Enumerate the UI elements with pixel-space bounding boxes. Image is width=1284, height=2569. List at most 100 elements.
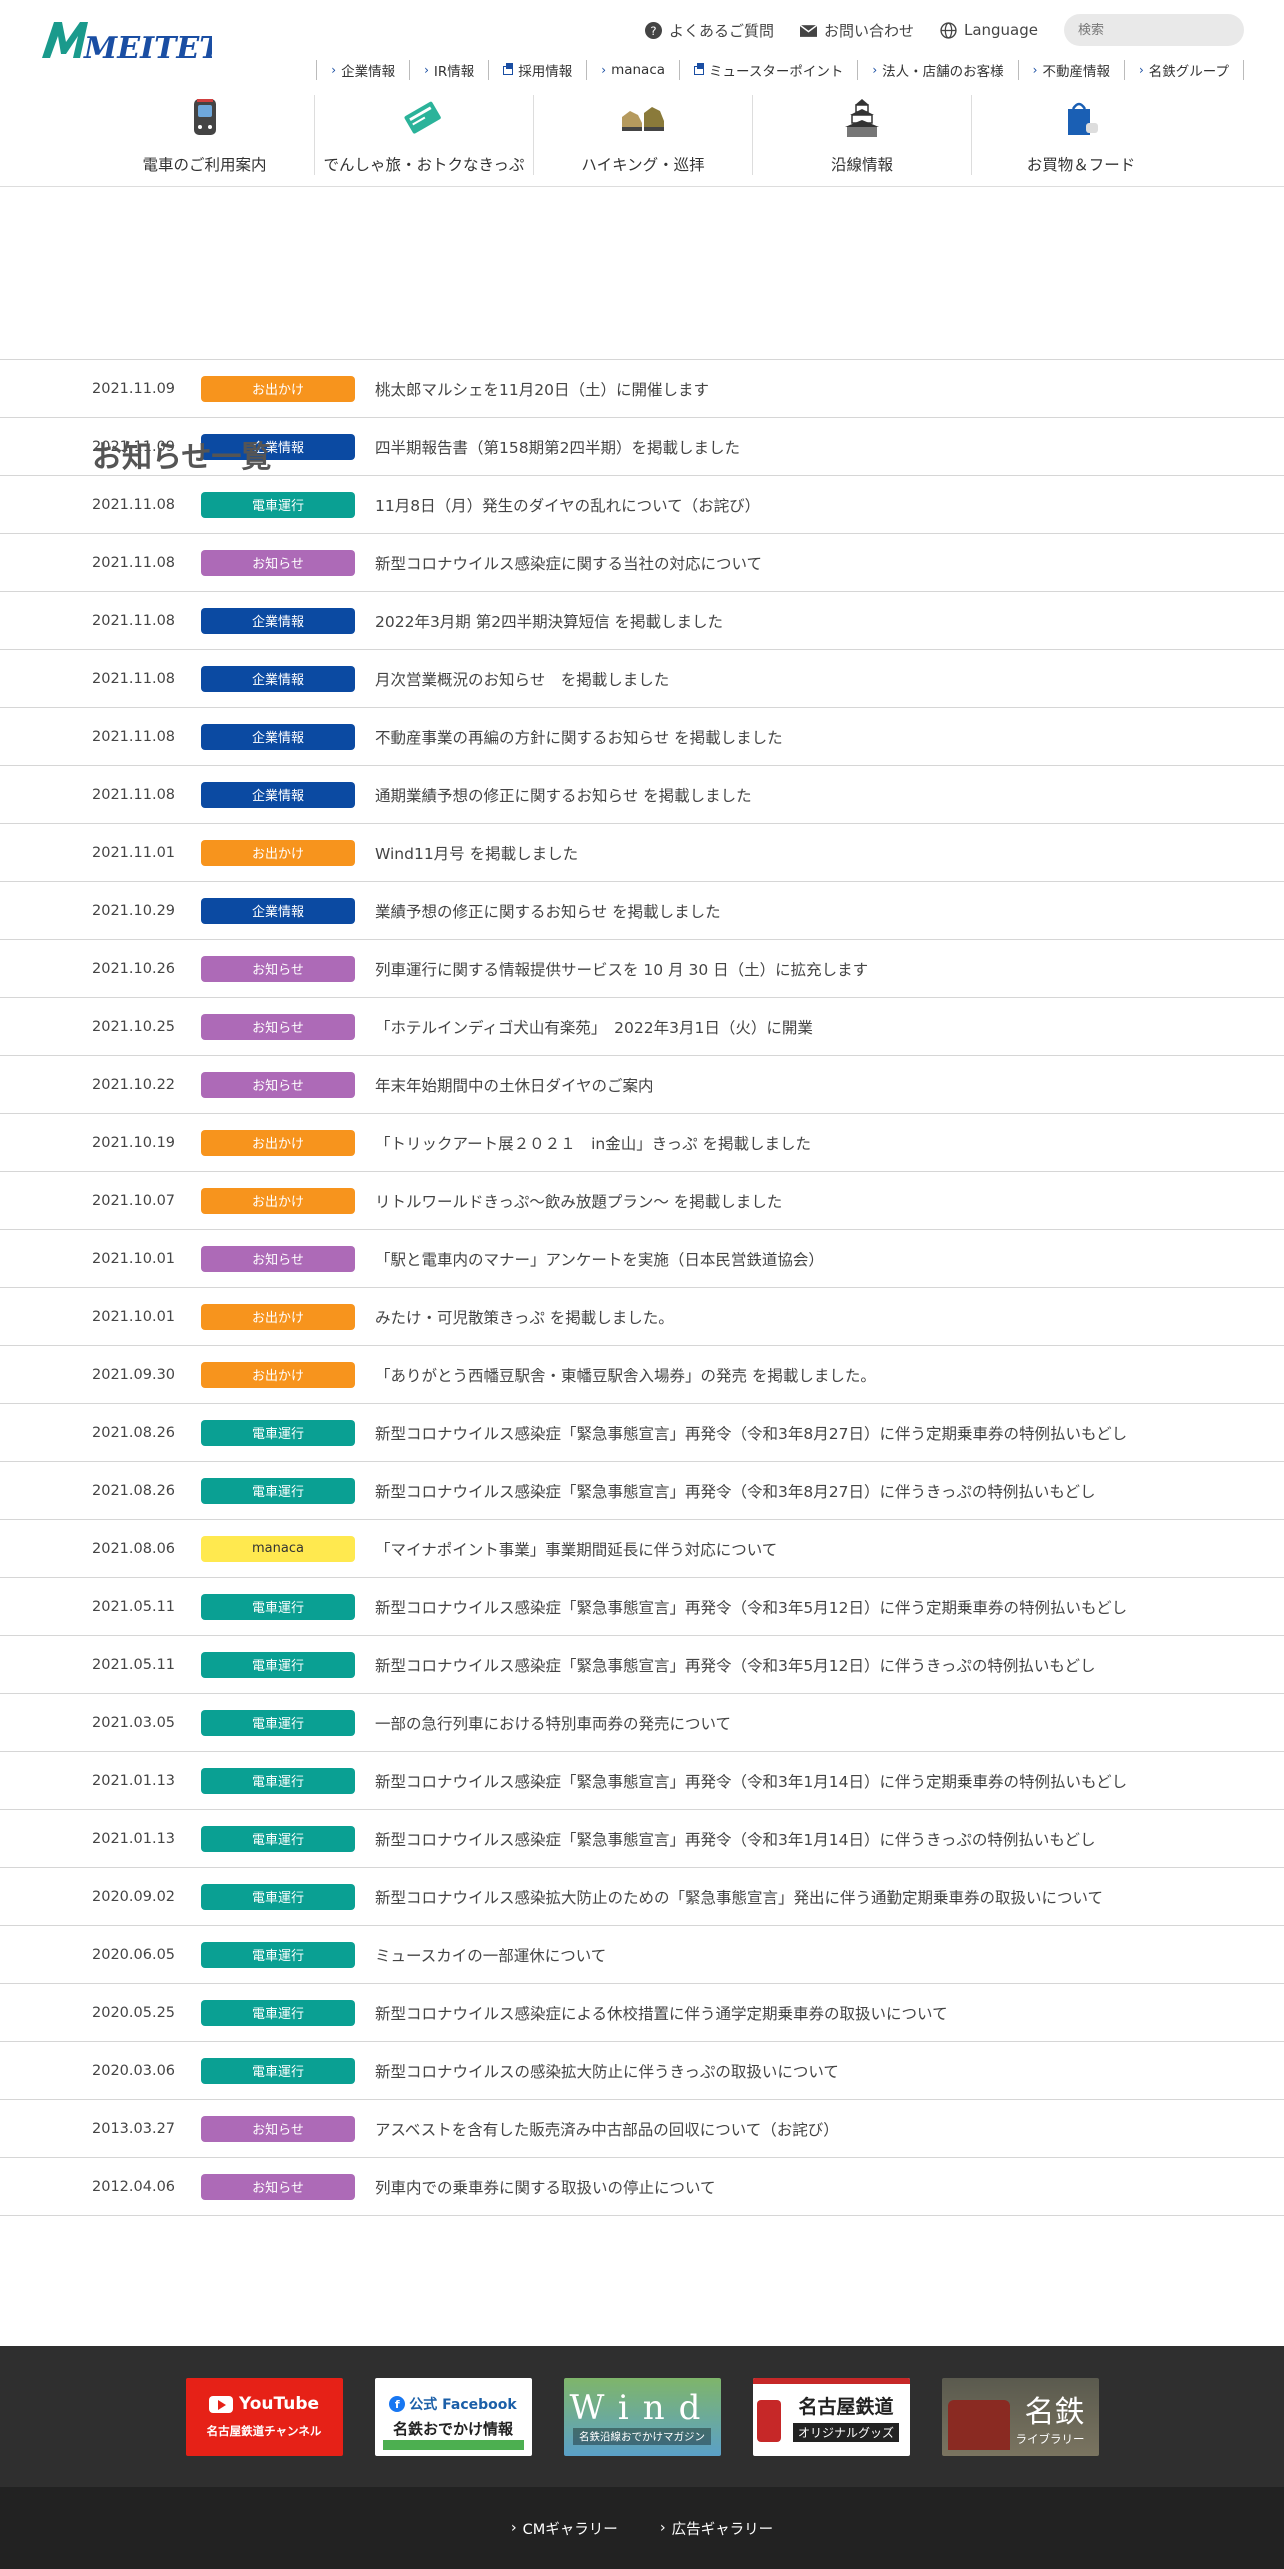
news-row[interactable]: 2021.11.08 企業情報 通期業績予想の修正に関するお知らせ を掲載しました xyxy=(0,766,1284,824)
news-title-link[interactable]: Wind11月号 を掲載しました xyxy=(375,842,578,864)
faq-link[interactable]: ? よくあるご質問 xyxy=(644,20,774,41)
corp-nav-item[interactable]: › 企業情報 xyxy=(316,60,409,80)
news-row[interactable]: 2021.11.08 企業情報 2022年3月期 第2四半期決算短信 を掲載しました xyxy=(0,592,1284,650)
news-title-link[interactable]: ミュースカイの一部運休について xyxy=(375,1944,606,1966)
news-title-link[interactable]: 新型コロナウイルス感染症に関する当社の対応について xyxy=(375,552,762,574)
news-row[interactable]: 2020.03.06 電車運行 新型コロナウイルスの感染拡大防止に伴うきっぷの取扱い… xyxy=(0,2042,1284,2100)
news-title-link[interactable]: 桃太郎マルシェを11月20日（土）に開催します xyxy=(375,378,709,400)
news-row[interactable]: 2021.08.26 電車運行 新型コロナウイルス感染症「緊急事態宣言」再発令（令和… xyxy=(0,1404,1284,1462)
corp-nav-item[interactable]: 採用情報 xyxy=(488,60,586,80)
youtube-title: YouTube xyxy=(238,2394,320,2414)
news-title-link[interactable]: 列車運行に関する情報提供サービスを 10 月 30 日（土）に拡充します xyxy=(375,958,868,980)
news-title-link[interactable]: 年末年始期間中の土休日ダイヤのご案内 xyxy=(375,1074,654,1096)
news-row[interactable]: 2021.11.08 企業情報 月次営業概況のお知らせ を掲載しました xyxy=(0,650,1284,708)
main-nav-item[interactable]: ハイキング・巡拝 xyxy=(533,95,752,175)
main-nav-label: でんしゃ旅・おトクなきっぷ xyxy=(323,156,525,174)
news-title-link[interactable]: 「ホテルインディゴ犬山有楽苑」 2022年3月1日（火）に開業 xyxy=(375,1016,813,1038)
corp-nav-label: 法人・店舗のお客様 xyxy=(882,64,1004,80)
news-title-link[interactable]: 新型コロナウイルス感染症「緊急事態宣言」再発令（令和3年1月14日）に伴うきっぷ… xyxy=(375,1828,1096,1850)
news-row[interactable]: 2021.10.01 お出かけ みたけ・可児散策きっぷ を掲載しました。 xyxy=(0,1288,1284,1346)
news-row[interactable]: 2021.11.08 電車運行 11月8日（月）発生のダイヤの乱れについて（お詫び） xyxy=(0,476,1284,534)
news-row[interactable]: 2021.10.25 お知らせ 「ホテルインディゴ犬山有楽苑」 2022年3月1日（… xyxy=(0,998,1284,1056)
news-title-link[interactable]: 新型コロナウイルス感染症「緊急事態宣言」再発令（令和3年1月14日）に伴う定期乗… xyxy=(375,1770,1127,1792)
main-nav-item[interactable]: でんしゃ旅・おトクなきっぷ xyxy=(314,95,533,175)
news-row[interactable]: 2020.06.05 電車運行 ミュースカイの一部運休について xyxy=(0,1926,1284,1984)
news-title-link[interactable]: 新型コロナウイルス感染症「緊急事態宣言」再発令（令和3年5月12日）に伴うきっぷ… xyxy=(375,1654,1096,1676)
youtube-banner[interactable]: YouTube 名古屋鉄道チャンネル xyxy=(185,2377,343,2456)
news-title-link[interactable]: 列車内での乗車券に関する取扱いの停止について xyxy=(375,2176,716,2198)
search-input[interactable] xyxy=(1078,22,1248,38)
news-row[interactable]: 2021.10.19 お出かけ 「トリックアート展２０２１ in金山」きっぷ を掲載… xyxy=(0,1114,1284,1172)
news-row[interactable]: 2012.04.06 お知らせ 列車内での乗車券に関する取扱いの停止について xyxy=(0,2158,1284,2216)
news-title-link[interactable]: 新型コロナウイルス感染症「緊急事態宣言」再発令（令和3年5月12日）に伴う定期乗… xyxy=(375,1596,1127,1618)
news-title-link[interactable]: 一部の急行列車における特別車両券の発売について xyxy=(375,1712,731,1734)
main-nav-item[interactable]: 沿線情報 xyxy=(752,95,971,175)
news-title-link[interactable]: アスベストを含有した販売済み中古部品の回収について（お詫び） xyxy=(375,2118,839,2140)
language-link[interactable]: Language xyxy=(940,21,1038,39)
corp-nav-label: 不動産情報 xyxy=(1042,64,1110,80)
news-row[interactable]: 2020.09.02 電車運行 新型コロナウイルス感染拡大防止のための「緊急事態宣言… xyxy=(0,1868,1284,1926)
footer-links: › CMギャラリー › 広告ギャラリー xyxy=(0,2487,1284,2569)
library-banner[interactable]: 名鉄 ライブラリー xyxy=(941,2377,1099,2456)
corp-nav-item[interactable]: › 法人・店舗のお客様 xyxy=(857,60,1017,80)
news-title-link[interactable]: 新型コロナウイルス感染症「緊急事態宣言」再発令（令和3年8月27日）に伴うきっぷ… xyxy=(375,1480,1096,1502)
news-row[interactable]: 2021.08.26 電車運行 新型コロナウイルス感染症「緊急事態宣言」再発令（令和… xyxy=(0,1462,1284,1520)
news-row[interactable]: 2021.10.22 お知らせ 年末年始期間中の土休日ダイヤのご案内 xyxy=(0,1056,1284,1114)
goods-banner[interactable]: 名古屋鉄道 オリジナルグッズ xyxy=(752,2377,910,2456)
facebook-banner[interactable]: f 公式 Facebook 名鉄おでかけ情報 xyxy=(374,2377,532,2456)
corp-nav-item[interactable]: › IR情報 xyxy=(409,60,488,80)
news-row[interactable]: 2021.11.01 お出かけ Wind11月号 を掲載しました xyxy=(0,824,1284,882)
news-row[interactable]: 2021.03.05 電車運行 一部の急行列車における特別車両券の発売について xyxy=(0,1694,1284,1752)
news-row[interactable]: 2021.10.26 お知らせ 列車運行に関する情報提供サービスを 10 月 30 … xyxy=(0,940,1284,998)
news-row[interactable]: 2021.01.13 電車運行 新型コロナウイルス感染症「緊急事態宣言」再発令（令和… xyxy=(0,1810,1284,1868)
news-row[interactable]: 2021.08.06 manaca 「マイナポイント事業」事業期間延長に伴う対応につ… xyxy=(0,1520,1284,1578)
news-row[interactable]: 2021.05.11 電車運行 新型コロナウイルス感染症「緊急事態宣言」再発令（令和… xyxy=(0,1636,1284,1694)
news-title-link[interactable]: 新型コロナウイルス感染拡大防止のための「緊急事態宣言」発出に伴う通勤定期乗車券の… xyxy=(375,1886,1103,1908)
ad-gallery-link[interactable]: › 広告ギャラリー xyxy=(660,2518,773,2539)
news-row[interactable]: 2021.10.01 お知らせ 「駅と電車内のマナー」アンケートを実施（日本民営鉄道… xyxy=(0,1230,1284,1288)
main-nav-item[interactable]: 電車のご利用案内 xyxy=(95,95,314,175)
chevron-right-icon: › xyxy=(872,63,878,77)
news-title-link[interactable]: 2022年3月期 第2四半期決算短信 を掲載しました xyxy=(375,610,723,632)
corp-nav-item[interactable]: › 名鉄グループ xyxy=(1123,60,1244,80)
news-title-link[interactable]: 新型コロナウイルスの感染拡大防止に伴うきっぷの取扱いについて xyxy=(375,2060,839,2082)
cm-gallery-label: CMギャラリー xyxy=(522,2521,618,2538)
news-date: 2021.11.08 xyxy=(92,612,176,629)
meitetsu-logo[interactable]: MEITETSU xyxy=(40,14,271,66)
news-row[interactable]: 2021.09.30 お出かけ 「ありがとう西幡豆駅舎・東幡豆駅舎入場券」の発売 を… xyxy=(0,1346,1284,1404)
main-nav-item[interactable]: お買物＆フード xyxy=(971,95,1190,175)
news-title-link[interactable]: 不動産事業の再編の方針に関するお知らせ を掲載しました xyxy=(375,726,783,748)
news-date: 2020.03.06 xyxy=(92,2062,176,2079)
corp-nav-item[interactable]: › 不動産情報 xyxy=(1017,60,1124,80)
news-row[interactable]: 2020.05.25 電車運行 新型コロナウイルス感染症による休校措置に伴う通学定期… xyxy=(0,1984,1284,2042)
news-title-link[interactable]: 通期業績予想の修正に関するお知らせ を掲載しました xyxy=(375,784,752,806)
news-row[interactable]: 2021.11.08 企業情報 不動産事業の再編の方針に関するお知らせ を掲載しまし… xyxy=(0,708,1284,766)
news-row[interactable]: 2021.10.29 企業情報 業績予想の修正に関するお知らせ を掲載しました xyxy=(0,882,1284,940)
news-row[interactable]: 2021.01.13 電車運行 新型コロナウイルス感染症「緊急事態宣言」再発令（令和… xyxy=(0,1752,1284,1810)
news-title-link[interactable]: リトルワールドきっぷ～飲み放題プラン～ を掲載しました xyxy=(375,1190,782,1212)
news-row[interactable]: 2021.11.09 お出かけ 桃太郎マルシェを11月20日（土）に開催します xyxy=(0,360,1284,418)
news-title-link[interactable]: 「ありがとう西幡豆駅舎・東幡豆駅舎入場券」の発売 を掲載しました。 xyxy=(375,1364,876,1386)
news-title-link[interactable]: 月次営業概況のお知らせ を掲載しました xyxy=(375,668,669,690)
contact-link[interactable]: お問い合わせ xyxy=(799,20,914,41)
corp-nav-item[interactable]: › manaca xyxy=(586,60,679,80)
news-title-link[interactable]: 「マイナポイント事業」事業期間延長に伴う対応について xyxy=(375,1538,777,1560)
news-title-link[interactable]: 新型コロナウイルス感染症による休校措置に伴う通学定期乗車券の取扱いについて xyxy=(375,2002,948,2024)
news-title-link[interactable]: 新型コロナウイルス感染症「緊急事態宣言」再発令（令和3年8月27日）に伴う定期乗… xyxy=(375,1422,1127,1444)
news-title-link[interactable]: 11月8日（月）発生のダイヤの乱れについて（お詫び） xyxy=(375,494,760,516)
news-row[interactable]: 2021.11.08 お知らせ 新型コロナウイルス感染症に関する当社の対応について xyxy=(0,534,1284,592)
news-title-link[interactable]: 「駅と電車内のマナー」アンケートを実施（日本民営鉄道協会） xyxy=(375,1248,824,1270)
news-title-link[interactable]: 「トリックアート展２０２１ in金山」きっぷ を掲載しました xyxy=(375,1132,811,1154)
cm-gallery-link[interactable]: › CMギャラリー xyxy=(511,2518,618,2539)
news-title-link[interactable]: 四半期報告書（第158期第2四半期）を掲載しました xyxy=(375,436,740,458)
news-row[interactable]: 2021.10.07 お出かけ リトルワールドきっぷ～飲み放題プラン～ を掲載しまし… xyxy=(0,1172,1284,1230)
news-row[interactable]: 2021.05.11 電車運行 新型コロナウイルス感染症「緊急事態宣言」再発令（令和… xyxy=(0,1578,1284,1636)
corp-nav-item[interactable]: ミュースターポイント xyxy=(679,60,857,80)
wind-banner[interactable]: Wind 名鉄沿線おでかけマガジン xyxy=(563,2377,721,2456)
category-badge: 電車運行 xyxy=(201,2057,355,2084)
news-date: 2021.08.26 xyxy=(92,1424,176,1441)
news-title-link[interactable]: 業績予想の修正に関するお知らせ を掲載しました xyxy=(375,900,721,922)
news-title-link[interactable]: みたけ・可児散策きっぷ を掲載しました。 xyxy=(375,1306,674,1328)
news-row[interactable]: 2013.03.27 お知らせ アスベストを含有した販売済み中古部品の回収について（… xyxy=(0,2100,1284,2158)
category-badge: お知らせ xyxy=(201,2115,355,2142)
